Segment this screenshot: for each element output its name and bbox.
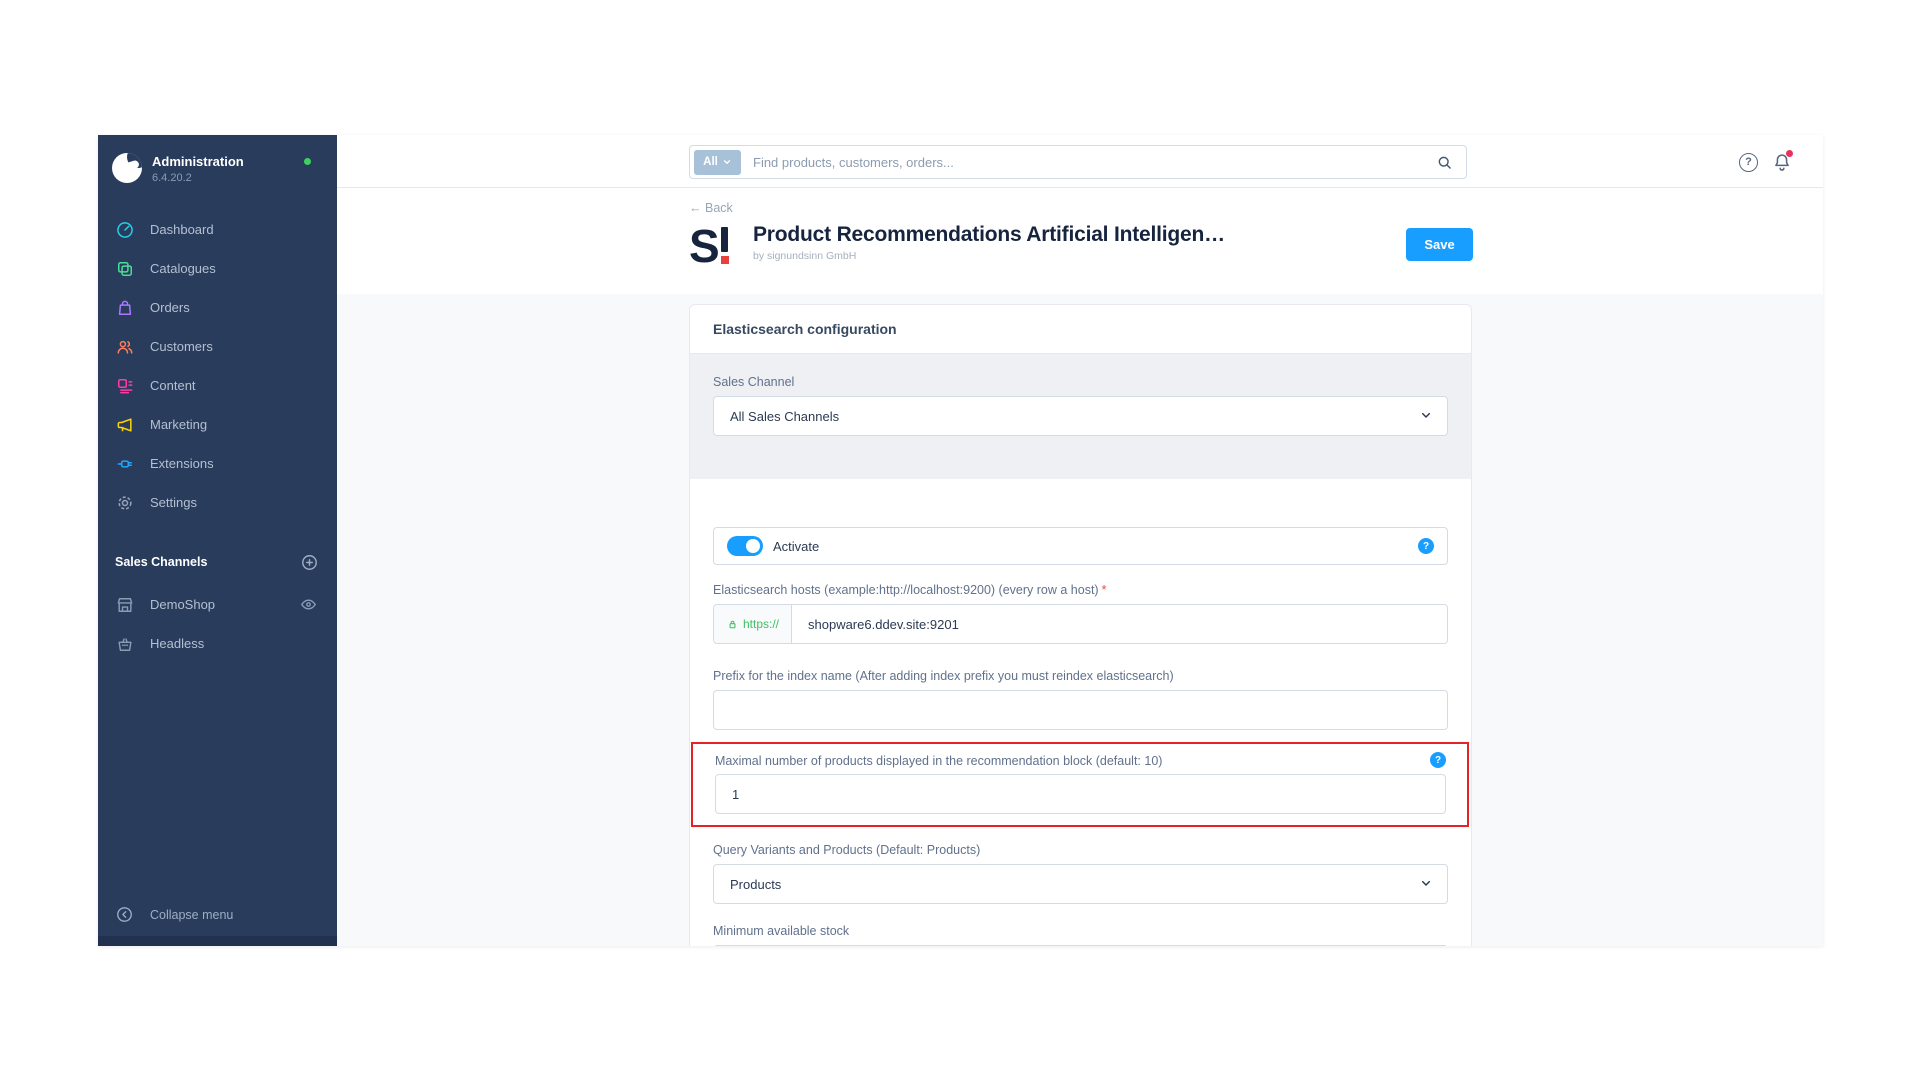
annotation-highlight-box: Maximal number of products displayed in … [691,742,1469,827]
card-title: Elasticsearch configuration [690,305,1471,354]
orders-icon [115,298,135,318]
query-variants-select[interactable]: Products [713,864,1448,904]
sidebar-nav: Dashboard Catalogues Orders Customers [98,210,337,522]
sidebar: Administration 6.4.20.2 Dashboard Catalo… [98,135,337,946]
settings-icon [115,493,135,513]
sidebar-item-settings[interactable]: Settings [98,483,337,522]
save-button[interactable]: Save [1406,228,1473,261]
customers-icon [115,337,135,357]
extensions-icon [115,454,135,474]
search-input[interactable] [753,155,1466,170]
collapse-menu-label: Collapse menu [150,908,233,922]
sales-channels-heading: Sales Channels [115,555,300,569]
sidebar-item-demoshop[interactable]: DemoShop [98,585,337,624]
sidebar-item-dashboard[interactable]: Dashboard [98,210,337,249]
back-link[interactable]: ← Back [689,201,733,215]
topbar: All ? [337,135,1823,188]
chevron-down-icon [1418,407,1434,423]
sidebar-item-orders[interactable]: Orders [98,288,337,327]
sidebar-item-extensions[interactable]: Extensions [98,444,337,483]
app-title: Administration [152,154,244,169]
sales-channel-select[interactable]: All Sales Channels [713,396,1448,436]
notification-bell-icon[interactable] [1771,151,1793,173]
elasticsearch-config-card: Elasticsearch configuration Sales Channe… [689,304,1472,946]
online-status-dot [304,158,311,165]
help-badge-icon[interactable]: ? [1418,538,1434,554]
index-prefix-input[interactable] [713,690,1448,730]
min-stock-label: Minimum available stock [713,924,1448,938]
shopware-logo-icon [112,153,142,183]
sidebar-item-catalogues[interactable]: Catalogues [98,249,337,288]
sales-channel-label: Sales Channel [713,375,1448,389]
hosts-label: Elasticsearch hosts (example:http://loca… [713,583,1448,597]
storefront-icon [115,595,135,615]
query-variants-field: Query Variants and Products (Default: Pr… [713,843,1448,904]
help-icon[interactable]: ? [1739,153,1758,172]
collapse-menu-button[interactable]: Collapse menu [98,897,337,933]
catalogues-icon [115,259,135,279]
sidebar-footer-strip [98,936,337,946]
config-form: Activate ? Elasticsearch hosts (example:… [690,479,1471,946]
sidebar-item-marketing[interactable]: Marketing [98,405,337,444]
notification-dot [1785,149,1794,158]
max-products-input[interactable] [715,774,1446,814]
basket-icon [115,634,135,654]
marketing-icon [115,415,135,435]
chevron-down-icon [1418,875,1434,891]
sales-channel-section: Sales Channel All Sales Channels [690,354,1471,479]
admin-window: Administration 6.4.20.2 Dashboard Catalo… [98,135,1823,946]
help-badge-icon[interactable]: ? [1430,752,1446,768]
sidebar-item-content[interactable]: Content [98,366,337,405]
sales-channels-section: Sales Channels DemoShop Headless [98,547,337,663]
dashboard-icon [115,220,135,240]
sidebar-item-headless[interactable]: Headless [98,624,337,663]
lock-icon [726,618,739,631]
index-prefix-label: Prefix for the index name (After adding … [713,669,1448,683]
plugin-logo: S [689,224,737,272]
activate-toggle[interactable] [727,536,763,556]
page-title: Product Recommendations Artificial Intel… [753,223,1225,247]
sidebar-item-customers[interactable]: Customers [98,327,337,366]
content-icon [115,376,135,396]
global-search[interactable]: All [689,145,1467,179]
query-variants-label: Query Variants and Products (Default: Pr… [713,843,1448,857]
collapse-chevron-icon [115,905,135,925]
search-filter-dropdown[interactable]: All [694,150,741,175]
activate-label: Activate [773,539,819,554]
plugin-byline: by signundsinn GmbH [753,250,1225,262]
main-area: All ? ← Back [337,135,1823,946]
index-prefix-field: Prefix for the index name (After adding … [713,669,1448,730]
min-stock-input[interactable] [713,945,1448,946]
app-version: 6.4.20.2 [152,172,244,184]
chevron-down-icon [722,157,732,167]
back-arrow-icon: ← [689,201,702,215]
sidebar-header: Administration 6.4.20.2 [98,135,337,207]
required-mark: * [1102,583,1107,597]
min-stock-field: Minimum available stock [713,924,1448,946]
page-header: ← Back S Product Recommendations Artific… [337,188,1823,294]
max-products-label: Maximal number of products displayed in … [715,754,1162,768]
eye-icon[interactable] [299,595,319,615]
hosts-field: Elasticsearch hosts (example:http://loca… [713,583,1448,644]
search-icon [1435,153,1454,172]
content-area: Elasticsearch configuration Sales Channe… [337,294,1823,946]
hosts-input[interactable] [792,605,1447,643]
https-prefix: https:// [714,605,792,643]
activate-field: Activate ? [713,527,1448,565]
plus-circle-icon[interactable] [300,553,319,572]
